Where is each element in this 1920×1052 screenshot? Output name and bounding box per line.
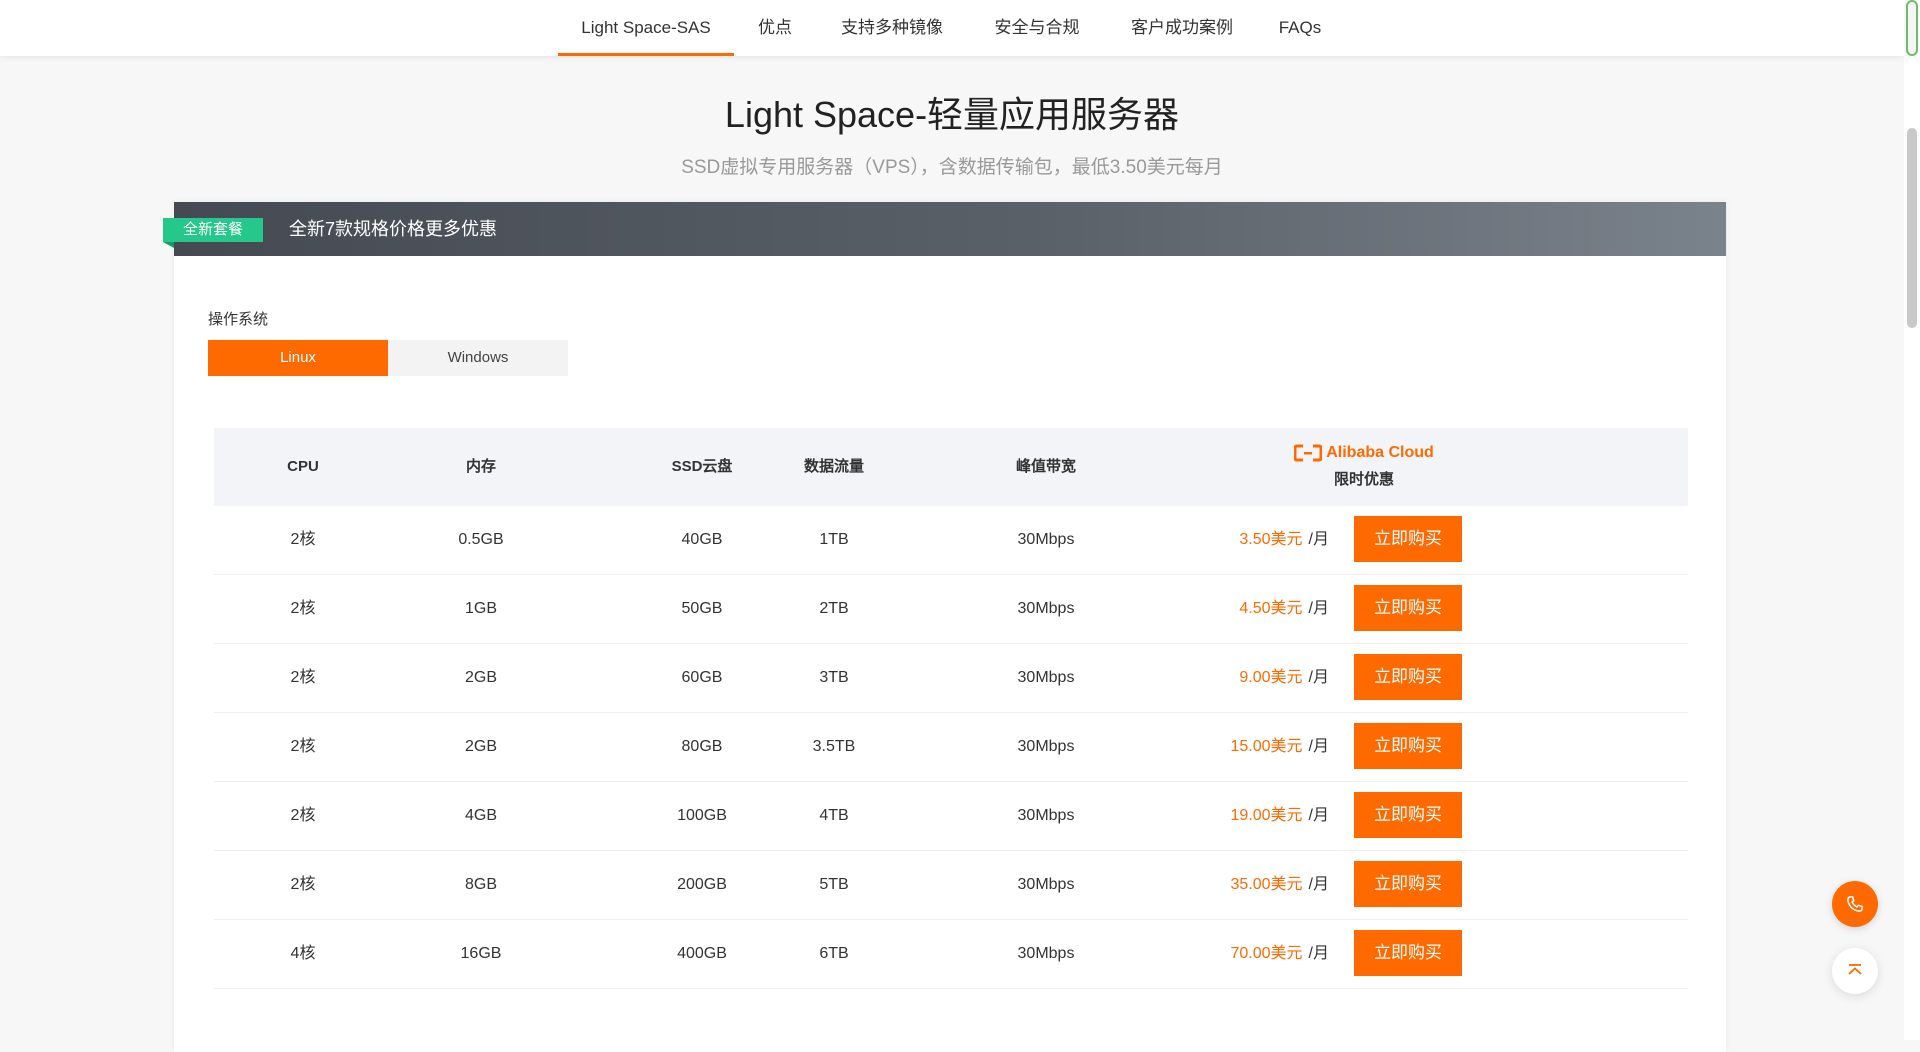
- price-per-month: /月: [1308, 876, 1329, 893]
- os-switch: Linux Windows: [208, 340, 568, 376]
- scrollbar-indicator: [1906, 0, 1918, 56]
- price-amount: 9.00美元: [1239, 669, 1303, 686]
- table-row: 2核 4GB 100GB 4TB 30Mbps 19.00美元/月 立即购买: [214, 782, 1688, 851]
- price-amount: 3.50美元: [1239, 531, 1303, 548]
- tab-security[interactable]: 安全与合规: [984, 0, 1090, 56]
- brand-name: Alibaba Cloud: [1326, 444, 1434, 461]
- tab-images[interactable]: 支持多种镜像: [830, 0, 954, 56]
- cell-cpu: 2核: [290, 600, 316, 617]
- os-option-linux[interactable]: Linux: [208, 340, 388, 376]
- price-amount: 4.50美元: [1239, 600, 1303, 617]
- promo-header-text: 限时优惠: [1333, 471, 1394, 488]
- header-memory: 内存: [465, 458, 496, 475]
- cell-price: 70.00美元/月: [1114, 920, 1330, 988]
- back-to-top-icon: [1848, 964, 1862, 975]
- cell-memory: 16GB: [460, 945, 502, 962]
- table-header: CPU 内存 SSD云盘 数据流量 峰值带宽 Alibaba Cloud 限时优…: [214, 428, 1688, 506]
- pricing-card: 全新套餐 全新7款规格价格更多优惠 操作系统 Linux Windows CPU…: [163, 202, 1726, 1052]
- buy-now-button[interactable]: 立即购买: [1354, 585, 1462, 631]
- table-row: 2核 0.5GB 40GB 1TB 30Mbps 3.50美元/月 立即购买: [214, 506, 1688, 575]
- cell-cpu: 2核: [290, 738, 316, 755]
- buy-now-button[interactable]: 立即购买: [1354, 723, 1462, 769]
- cell-price: 9.00美元/月: [1114, 644, 1329, 712]
- price-amount: 35.00美元: [1230, 876, 1303, 893]
- banner-text: 全新7款规格价格更多优惠: [289, 219, 498, 239]
- tab-advantages[interactable]: 优点: [750, 0, 800, 56]
- cell-price: 35.00美元/月: [1114, 851, 1330, 919]
- cell-memory: 0.5GB: [458, 531, 504, 548]
- table-row: 2核 2GB 80GB 3.5TB 30Mbps 15.00美元/月 立即购买: [214, 713, 1688, 782]
- tab-light-space-sas[interactable]: Light Space-SAS: [558, 0, 734, 56]
- cell-cpu: 2核: [290, 876, 316, 893]
- cell-price: 19.00美元/月: [1114, 782, 1330, 850]
- page-title: Light Space-轻量应用服务器: [724, 94, 1180, 135]
- alibaba-cloud-logo: Alibaba Cloud: [1274, 442, 1454, 464]
- cell-memory: 1GB: [464, 600, 497, 617]
- cell-price: 3.50美元/月: [1114, 506, 1329, 574]
- table-row: 4核 16GB 400GB 6TB 30Mbps 70.00美元/月 立即购买: [214, 920, 1688, 989]
- cell-cpu: 2核: [290, 807, 316, 824]
- cell-memory: 2GB: [464, 669, 497, 686]
- cell-cpu: 2核: [290, 669, 316, 686]
- cell-cpu: 4核: [290, 945, 316, 962]
- price-amount: 15.00美元: [1230, 738, 1303, 755]
- cell-memory: 4GB: [464, 807, 497, 824]
- table-row: 2核 2GB 60GB 3TB 30Mbps 9.00美元/月 立即购买: [214, 644, 1688, 713]
- header-promo: Alibaba Cloud 限时优惠: [1274, 442, 1454, 489]
- page-scrollbar[interactable]: [1904, 0, 1920, 1040]
- cell-cpu: 2核: [290, 531, 316, 548]
- table-row: 2核 1GB 50GB 2TB 30Mbps 4.50美元/月 立即购买: [214, 575, 1688, 644]
- tab-faqs[interactable]: FAQs: [1274, 0, 1326, 56]
- pricing-table: CPU 内存 SSD云盘 数据流量 峰值带宽 Alibaba Cloud 限时优…: [214, 428, 1688, 989]
- buy-now-button[interactable]: 立即购买: [1354, 792, 1462, 838]
- os-option-windows[interactable]: Windows: [388, 340, 568, 376]
- price-per-month: /月: [1308, 945, 1329, 962]
- price-per-month: /月: [1308, 600, 1329, 617]
- cell-memory: 8GB: [464, 876, 497, 893]
- buy-now-button[interactable]: 立即购买: [1354, 861, 1462, 907]
- top-nav: Light Space-SAS 优点 支持多种镜像 安全与合规 客户成功案例 F…: [0, 0, 1904, 56]
- back-to-top-button[interactable]: [1832, 948, 1878, 994]
- table-body: 2核 0.5GB 40GB 1TB 30Mbps 3.50美元/月 立即购买 2核 1GB 50G…: [214, 506, 1688, 989]
- header-cpu: CPU: [287, 458, 319, 475]
- price-per-month: /月: [1308, 738, 1329, 755]
- price-amount: 19.00美元: [1230, 807, 1303, 824]
- scrollbar-thumb[interactable]: [1907, 128, 1917, 328]
- header-bandwidth: 峰值带宽: [1015, 458, 1076, 475]
- page-subtitle: SSD虚拟专用服务器（VPS），含数据传输包，最低3.50美元每月: [681, 157, 1223, 178]
- price-amount: 70.00美元: [1230, 945, 1303, 962]
- cell-memory: 2GB: [464, 738, 497, 755]
- buy-now-button[interactable]: 立即购买: [1354, 654, 1462, 700]
- new-package-badge: 全新套餐: [163, 218, 264, 248]
- price-per-month: /月: [1308, 807, 1329, 824]
- promo-banner: 全新套餐 全新7款规格价格更多优惠: [163, 202, 1726, 256]
- phone-icon: [1847, 896, 1863, 912]
- tab-cases[interactable]: 客户成功案例: [1120, 0, 1244, 56]
- contact-phone-button[interactable]: [1832, 881, 1878, 927]
- alibaba-cloud-logo-icon: [1294, 444, 1323, 462]
- os-label: 操作系统: [208, 311, 269, 328]
- buy-now-button[interactable]: 立即购买: [1354, 930, 1462, 976]
- buy-now-button[interactable]: 立即购买: [1354, 516, 1462, 562]
- price-per-month: /月: [1308, 531, 1329, 548]
- cell-price: 4.50美元/月: [1114, 575, 1329, 643]
- price-per-month: /月: [1308, 669, 1329, 686]
- cell-price: 15.00美元/月: [1114, 713, 1330, 781]
- table-row: 2核 8GB 200GB 5TB 30Mbps 35.00美元/月 立即购买: [214, 851, 1688, 920]
